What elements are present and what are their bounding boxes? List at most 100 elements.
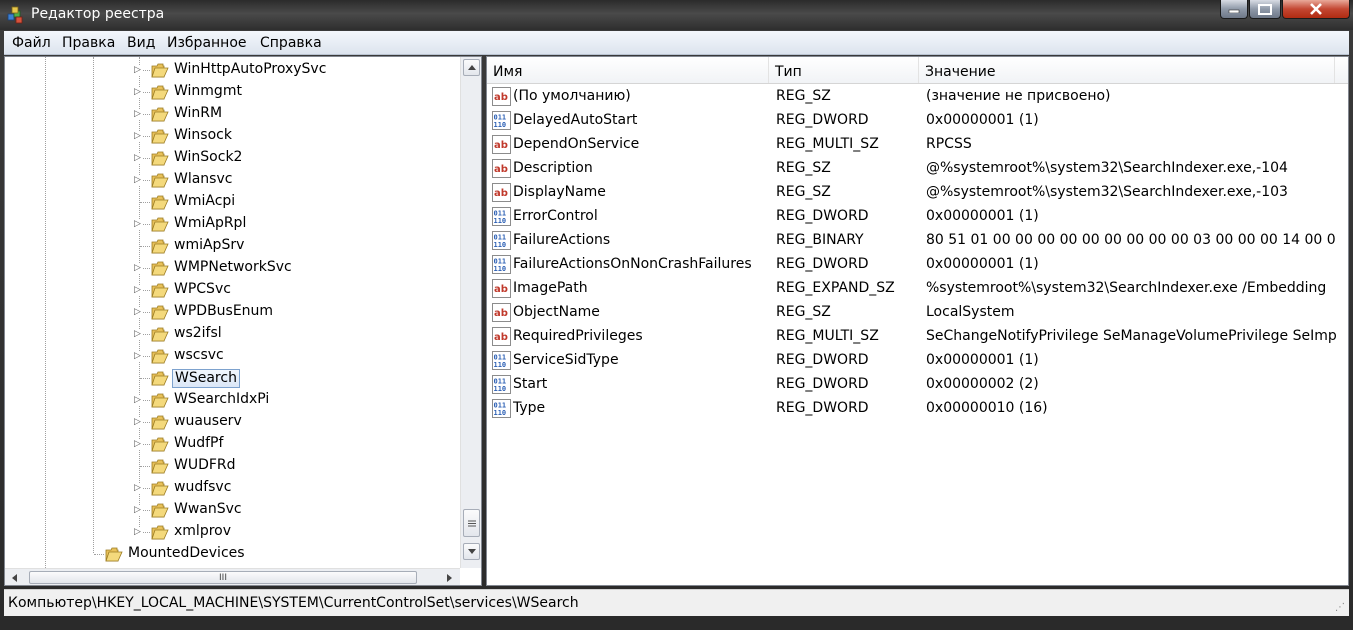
expand-arrow-icon[interactable]: ▷	[134, 505, 143, 515]
expand-arrow-icon[interactable]: ▷	[134, 131, 143, 141]
tree-item[interactable]: ▷ WmiApRpl	[5, 213, 460, 235]
menu-favorites[interactable]: Избранное	[167, 35, 247, 51]
tree-item-label: WMPNetworkSvc	[174, 259, 292, 275]
tree-item-label: xmlprov	[174, 523, 231, 539]
tree-item-label: ws2ifsl	[174, 325, 222, 341]
svg-text:110: 110	[494, 241, 507, 249]
tree-item[interactable]: wmiApSrv	[5, 235, 460, 257]
title-bar[interactable]: Редактор реестра	[0, 0, 1353, 30]
expand-arrow-icon[interactable]: ▷	[134, 175, 143, 185]
value-type: REG_SZ	[776, 160, 831, 176]
scroll-thumb-horizontal[interactable]: III	[29, 571, 417, 584]
binary-value-icon: 011110	[492, 231, 511, 250]
minimize-button[interactable]	[1220, 0, 1248, 19]
svg-text:110: 110	[494, 361, 507, 369]
tree-item[interactable]: ▷ wudfsvc	[5, 477, 460, 499]
tree-item-label: Winmgmt	[174, 83, 242, 99]
arrow-down-icon	[467, 549, 476, 554]
scroll-up-button[interactable]	[463, 59, 480, 76]
value-row[interactable]: ab (По умолчанию) REG_SZ (значение не присв…	[487, 85, 1348, 109]
tree-vertical-scrollbar[interactable]	[460, 57, 481, 568]
scroll-down-button[interactable]	[463, 543, 480, 560]
tree-item[interactable]: ▷ WinHttpAutoProxySvc	[5, 59, 460, 81]
expand-arrow-icon[interactable]: ▷	[134, 285, 143, 295]
tree-item-label: WinHttpAutoProxySvc	[174, 61, 327, 77]
expand-arrow-icon[interactable]: ▷	[134, 65, 143, 75]
column-header-value[interactable]: Значение	[919, 57, 1335, 83]
expand-arrow-icon[interactable]: ▷	[134, 395, 143, 405]
value-row[interactable]: ab RequiredPrivileges REG_MULTI_SZ SeChange…	[487, 325, 1348, 349]
folder-icon	[151, 173, 169, 188]
value-type: REG_SZ	[776, 304, 831, 320]
tree-item[interactable]: ▷ WwanSvc	[5, 499, 460, 521]
tree-item[interactable]: ▷ Winsock	[5, 125, 460, 147]
value-row[interactable]: 011 110 FailureActions REG_BINARY 80 51 01 0…	[487, 229, 1348, 253]
expand-arrow-icon[interactable]: ▷	[134, 417, 143, 427]
expand-arrow-icon[interactable]: ▷	[134, 351, 143, 361]
value-data: 80 51 01 00 00 00 00 00 00 00 00 00 03 0…	[926, 232, 1336, 248]
expand-arrow-icon[interactable]: ▷	[134, 109, 143, 119]
tree-item[interactable]: ▷ WinSock2	[5, 147, 460, 169]
tree-item[interactable]: ▷ WMPNetworkSvc	[5, 257, 460, 279]
menu-file[interactable]: Файл	[12, 35, 51, 51]
value-name: ErrorControl	[513, 208, 598, 224]
maximize-button[interactable]	[1249, 0, 1281, 19]
value-name: FailureActions	[513, 232, 611, 248]
tree-item[interactable]: ▷ wscsvc	[5, 345, 460, 367]
expand-arrow-icon[interactable]: ▷	[134, 439, 143, 449]
tree-item[interactable]: ▷ Wlansvc	[5, 169, 460, 191]
tree-item[interactable]: WSearch	[5, 367, 460, 389]
value-row[interactable]: ab DependOnService REG_MULTI_SZ RPCSS	[487, 133, 1348, 157]
value-row[interactable]: ab DisplayName REG_SZ @%systemroot%\system3…	[487, 181, 1348, 205]
menu-view[interactable]: Вид	[127, 35, 155, 51]
value-row[interactable]: 011 110 Start REG_DWORD 0x00000002 (2)	[487, 373, 1348, 397]
scroll-right-button[interactable]	[442, 571, 457, 584]
tree-item-mounteddevices[interactable]: MountedDevices	[5, 543, 460, 565]
value-row[interactable]: 011 110 FailureActionsOnNonCrashFailures RE…	[487, 253, 1348, 277]
key-tree[interactable]: ▷ WinHttpAutoProxySvc ▷ Winmgmt ▷ WinRM ▷ Winso…	[4, 56, 482, 586]
tree-horizontal-scrollbar[interactable]: III	[5, 568, 460, 585]
value-row[interactable]: ab ImagePath REG_EXPAND_SZ %systemroot%\sys…	[487, 277, 1348, 301]
scroll-left-button[interactable]	[7, 571, 22, 584]
value-name: Start	[513, 376, 548, 392]
arrow-right-icon	[447, 573, 452, 582]
value-row[interactable]: 011 110 Type REG_DWORD 0x00000010 (16)	[487, 397, 1348, 421]
column-header-type[interactable]: Тип	[769, 57, 919, 83]
grip-icon: III	[219, 572, 227, 583]
expand-arrow-icon[interactable]: ▷	[134, 263, 143, 273]
tree-item[interactable]: ▷ xmlprov	[5, 521, 460, 543]
menu-edit[interactable]: Правка	[62, 35, 115, 51]
tree-item[interactable]: ▷ WudfPf	[5, 433, 460, 455]
expand-arrow-icon[interactable]: ▷	[134, 527, 143, 537]
menu-help[interactable]: Справка	[260, 35, 322, 51]
folder-icon	[151, 415, 169, 430]
value-row[interactable]: 011 110 ServiceSidType REG_DWORD 0x00000001 …	[487, 349, 1348, 373]
close-button[interactable]	[1282, 0, 1350, 19]
tree-item[interactable]: ▷ wuauserv	[5, 411, 460, 433]
binary-value-icon: 011110	[492, 351, 511, 370]
value-row[interactable]: 011 110 DelayedAutoStart REG_DWORD 0x0000000…	[487, 109, 1348, 133]
tree-item[interactable]: ▷ WSearchIdxPi	[5, 389, 460, 411]
expand-arrow-icon[interactable]: ▷	[134, 483, 143, 493]
values-list[interactable]: Имя Тип Значение ab (По умолчанию) REG_SZ (…	[486, 56, 1349, 586]
tree-item[interactable]: ▷ WPDBusEnum	[5, 301, 460, 323]
tree-item[interactable]: WmiAcpi	[5, 191, 460, 213]
folder-icon	[151, 129, 169, 144]
scroll-thumb[interactable]	[463, 509, 480, 537]
resize-grip-icon[interactable]: ⋰	[1335, 602, 1347, 614]
tree-item[interactable]: ▷ WinRM	[5, 103, 460, 125]
expand-arrow-icon[interactable]: ▷	[134, 153, 143, 163]
expand-arrow-icon[interactable]: ▷	[134, 87, 143, 97]
tree-item[interactable]: ▷ ws2ifsl	[5, 323, 460, 345]
tree-item[interactable]: ▷ Winmgmt	[5, 81, 460, 103]
value-row[interactable]: 011 110 ErrorControl REG_DWORD 0x00000001 (1…	[487, 205, 1348, 229]
expand-arrow-icon[interactable]: ▷	[134, 307, 143, 317]
tree-item-label: WwanSvc	[174, 501, 242, 517]
value-row[interactable]: ab Description REG_SZ @%systemroot%\system3…	[487, 157, 1348, 181]
expand-arrow-icon[interactable]: ▷	[134, 219, 143, 229]
expand-arrow-icon[interactable]: ▷	[134, 329, 143, 339]
tree-item[interactable]: ▷ WPCSvc	[5, 279, 460, 301]
tree-item[interactable]: WUDFRd	[5, 455, 460, 477]
column-header-name[interactable]: Имя	[487, 57, 769, 83]
value-row[interactable]: ab ObjectName REG_SZ LocalSystem	[487, 301, 1348, 325]
